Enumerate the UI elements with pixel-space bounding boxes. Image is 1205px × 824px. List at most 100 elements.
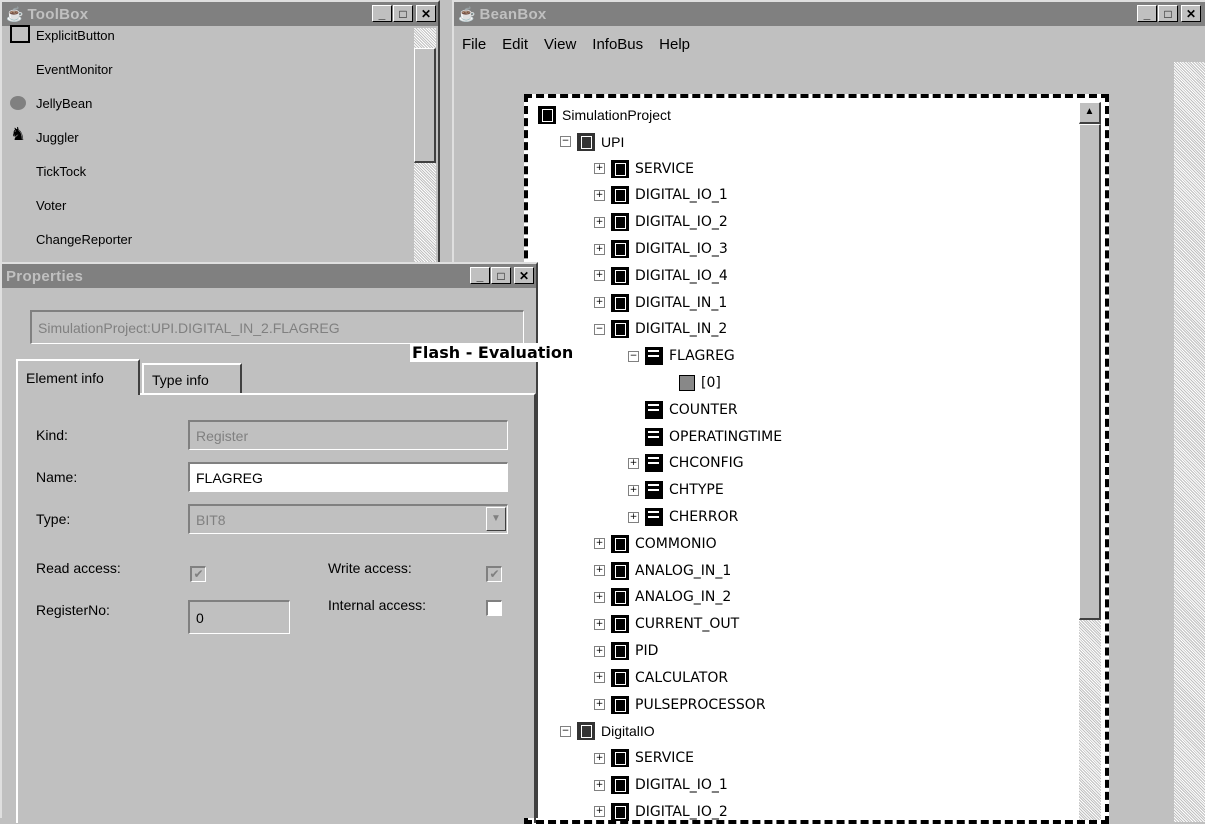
tree-node-label: SimulationProject: [562, 107, 671, 123]
tree-node[interactable]: + SERVICE: [594, 158, 694, 180]
tree-node[interactable]: − DIGITAL_IN_2: [594, 318, 727, 340]
expand-icon[interactable]: +: [594, 699, 605, 711]
tab-type-info[interactable]: Type info: [142, 363, 242, 395]
tree-node[interactable]: + DIGITAL_IO_1: [594, 184, 728, 206]
module-icon: [611, 240, 629, 258]
tree-node[interactable]: + DIGITAL_IO_4: [594, 265, 728, 287]
expand-icon[interactable]: +: [594, 618, 605, 630]
beanbox-titlebar[interactable]: ☕ BeanBox _ □ ✕: [454, 2, 1205, 26]
menu-edit[interactable]: Edit: [502, 36, 528, 53]
tree-node[interactable]: OPERATINGTIME: [628, 426, 782, 448]
toolbox-item-voter[interactable]: Voter: [2, 188, 412, 222]
toolbox-item-juggler[interactable]: ♞ Juggler: [2, 120, 412, 154]
tree-node[interactable]: + SERVICE: [594, 747, 694, 769]
expand-icon[interactable]: +: [594, 297, 605, 309]
expand-icon[interactable]: +: [628, 484, 639, 496]
tree-node-label: DIGITAL_IO_4: [635, 267, 728, 284]
write-access-checkbox[interactable]: ✔: [486, 566, 502, 582]
expand-icon[interactable]: +: [594, 538, 605, 550]
dropdown-arrow-icon[interactable]: ▼: [486, 507, 506, 531]
toolbox-item-eventmonitor[interactable]: EventMonitor: [2, 52, 412, 86]
tree-node-label: SERVICE: [635, 750, 695, 767]
type-select[interactable]: BIT8 ▼: [188, 504, 508, 534]
tree-node[interactable]: SimulationProject: [538, 104, 671, 126]
expand-icon[interactable]: +: [594, 216, 605, 228]
module-icon: [611, 802, 629, 821]
tree-node[interactable]: + DIGITAL_IO_1: [594, 774, 728, 796]
scroll-up-button[interactable]: ▲: [1079, 102, 1101, 124]
maximize-button[interactable]: □: [491, 267, 511, 284]
expand-icon[interactable]: +: [594, 565, 605, 577]
expand-icon[interactable]: +: [594, 779, 605, 791]
expand-icon[interactable]: +: [594, 672, 605, 684]
tree-node-label: SERVICE: [635, 160, 695, 177]
tree-node-label: DIGITAL_IO_1: [635, 777, 728, 793]
tree-bean[interactable]: SimulationProject − UPI + SERVICE + DIGITAL_IO…: [524, 94, 1109, 824]
expand-icon[interactable]: +: [594, 163, 605, 175]
tab-element-info[interactable]: Element info: [16, 359, 140, 395]
type-label: Type:: [36, 511, 71, 527]
module-icon: [611, 615, 629, 634]
tree-node[interactable]: + PID: [594, 640, 658, 662]
toolbox-item-ticktock[interactable]: TickTock: [2, 154, 412, 188]
tree-node[interactable]: + COMMONIO: [594, 533, 717, 555]
menu-infobus[interactable]: InfoBus: [592, 36, 643, 53]
tree-node-label: CHTYPE: [669, 482, 724, 499]
menu-view[interactable]: View: [544, 36, 576, 53]
tree-node[interactable]: + ANALOG_IN_2: [594, 586, 731, 608]
expand-icon[interactable]: +: [628, 457, 639, 469]
toolbox-scrollbar[interactable]: [414, 28, 436, 270]
toolbox-item-changereporter[interactable]: ChangeReporter: [2, 222, 412, 256]
close-button[interactable]: ✕: [416, 5, 436, 22]
tree-node[interactable]: + CHERROR: [628, 506, 738, 528]
tree-scrollbar[interactable]: ▲: [1079, 102, 1101, 820]
maximize-button[interactable]: □: [1158, 5, 1178, 22]
expand-icon[interactable]: +: [628, 511, 639, 523]
tree-node[interactable]: − DigitalIO: [560, 720, 655, 742]
tree-node[interactable]: − FLAGREG: [628, 345, 735, 367]
name-field[interactable]: FLAGREG: [188, 462, 508, 492]
module-icon: [611, 668, 629, 687]
tree-node[interactable]: + CHTYPE: [628, 479, 724, 501]
toolbox-item-jellybean[interactable]: JellyBean: [2, 86, 412, 120]
expand-icon[interactable]: +: [594, 645, 605, 657]
expand-icon[interactable]: +: [594, 189, 605, 201]
collapse-icon[interactable]: −: [560, 725, 571, 737]
tree-node-label: CURRENT_OUT: [635, 616, 740, 633]
properties-titlebar[interactable]: Properties _ □ ✕: [2, 264, 536, 288]
tree-node[interactable]: + DIGITAL_IO_2: [594, 211, 728, 233]
collapse-icon[interactable]: −: [594, 323, 605, 335]
tree-node[interactable]: COUNTER: [628, 399, 738, 421]
minimize-button[interactable]: _: [470, 267, 490, 284]
toolbox-item-explicitbutton[interactable]: ExplicitButton: [2, 18, 412, 52]
tree-node[interactable]: − UPI: [560, 131, 624, 153]
close-button[interactable]: ✕: [514, 267, 534, 284]
close-button[interactable]: ✕: [1181, 5, 1201, 22]
tree-node-label: DIGITAL_IN_2: [635, 321, 728, 338]
menu-file[interactable]: File: [462, 36, 486, 53]
tree-node[interactable]: + DIGITAL_IO_2: [594, 801, 728, 823]
tree-node[interactable]: + DIGITAL_IN_1: [594, 292, 727, 314]
internal-access-checkbox[interactable]: [486, 600, 502, 616]
minimize-button[interactable]: _: [1137, 5, 1157, 22]
toolbox-scroll-thumb[interactable]: [414, 48, 436, 163]
menu-help[interactable]: Help: [659, 36, 690, 53]
tree-node[interactable]: + CURRENT_OUT: [594, 613, 739, 635]
collapse-icon[interactable]: −: [560, 136, 571, 148]
expand-icon[interactable]: +: [594, 270, 605, 282]
kind-field: Register: [188, 420, 508, 450]
tree-node[interactable]: + CALCULATOR: [594, 667, 728, 689]
read-access-checkbox[interactable]: ✔: [190, 566, 206, 582]
module-icon: [611, 266, 629, 285]
tree-node[interactable]: + CHCONFIG: [628, 452, 744, 474]
tree-scroll-thumb[interactable]: [1079, 124, 1101, 620]
expand-icon[interactable]: +: [594, 806, 605, 818]
expand-icon[interactable]: +: [594, 243, 605, 255]
tree-node[interactable]: [0]: [662, 372, 721, 394]
expand-icon[interactable]: +: [594, 591, 605, 603]
tree-node[interactable]: + ANALOG_IN_1: [594, 560, 731, 582]
tree-node[interactable]: + PULSEPROCESSOR: [594, 694, 766, 716]
tree-node[interactable]: + DIGITAL_IO_3: [594, 238, 728, 260]
collapse-icon[interactable]: −: [628, 350, 639, 362]
expand-icon[interactable]: +: [594, 752, 605, 764]
